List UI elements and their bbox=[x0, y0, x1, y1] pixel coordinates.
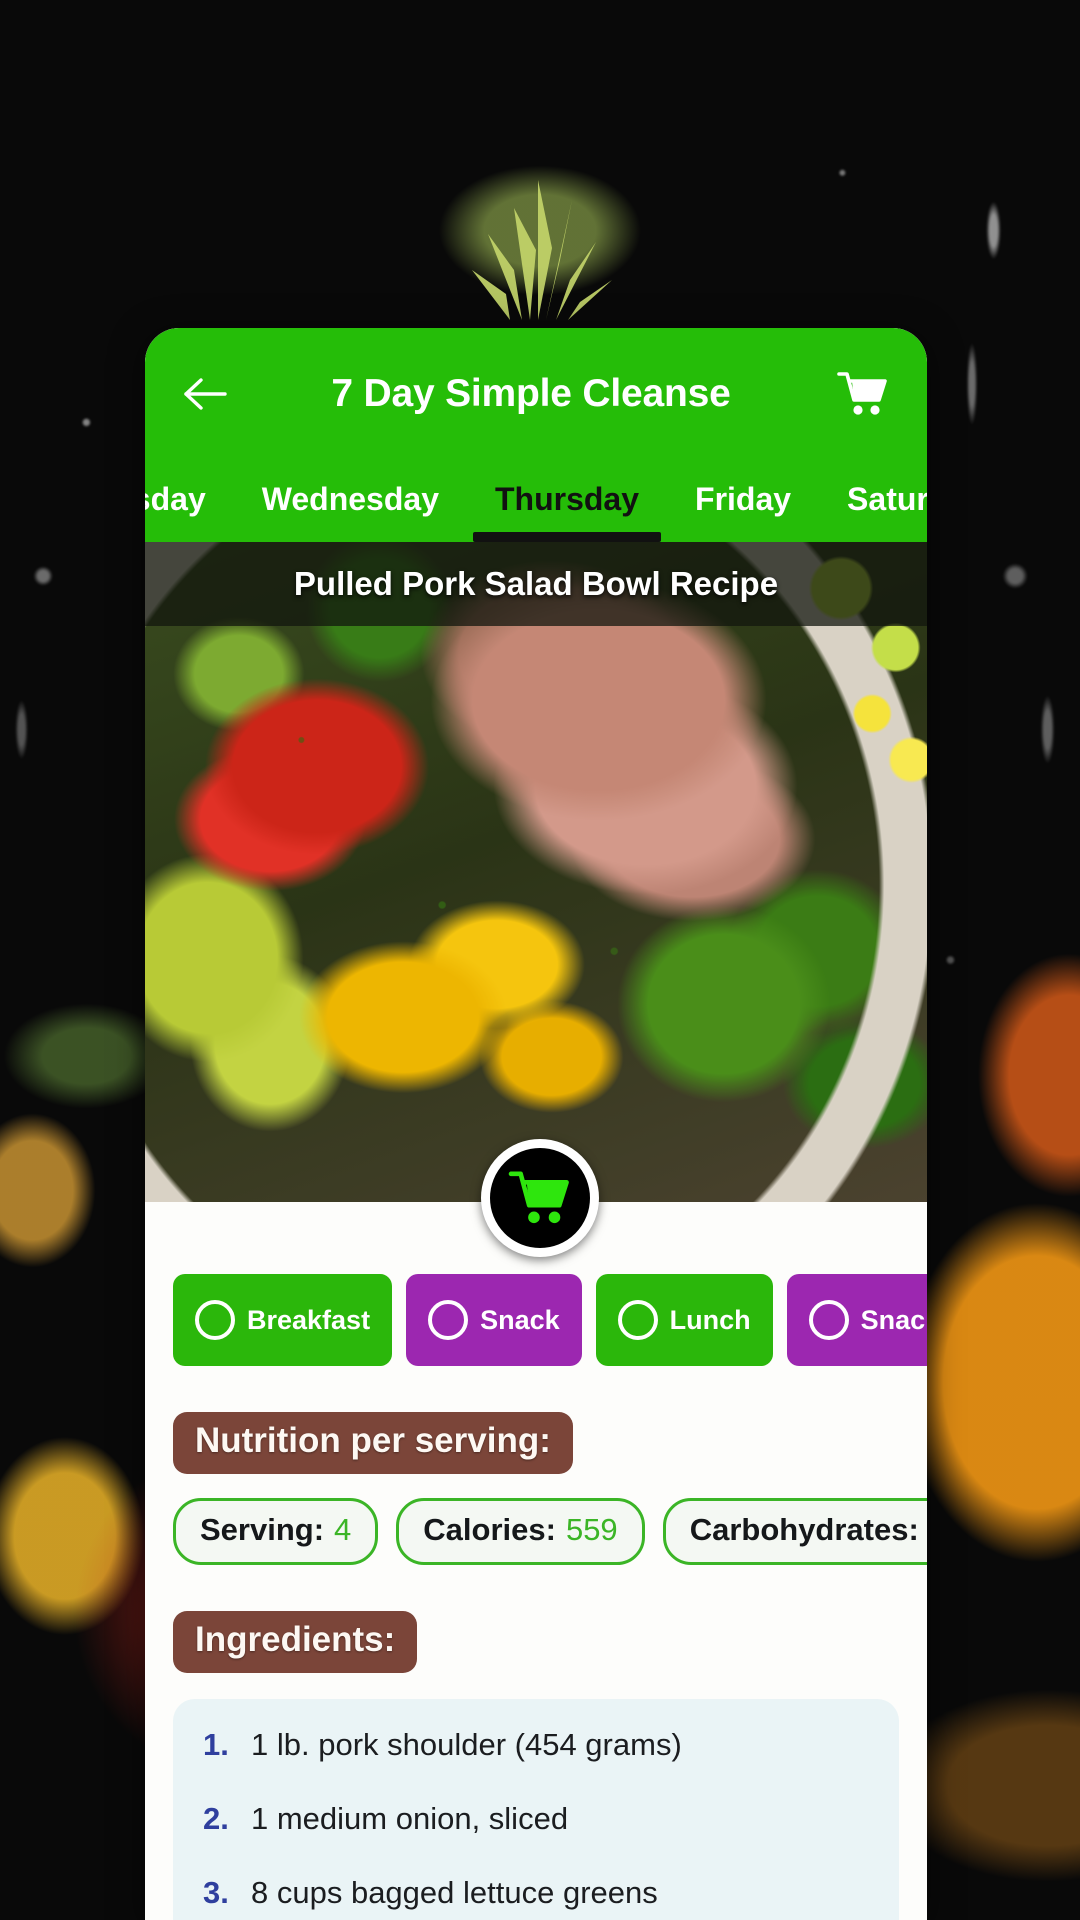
meal-chip-snack-2[interactable]: Snack bbox=[786, 1274, 927, 1366]
meal-chip-label: Snack bbox=[860, 1304, 927, 1335]
weekday-tab-bar[interactable]: esday Wednesday Thursday Friday Saturday bbox=[145, 460, 927, 542]
list-item: 3. 8 cups bagged lettuce greens bbox=[173, 1875, 899, 1920]
meal-chip-label: Snack bbox=[480, 1304, 560, 1335]
ingredients-list: 1. 1 lb. pork shoulder (454 grams) 2. 1 … bbox=[173, 1699, 899, 1920]
nutrition-heading: Nutrition per serving: bbox=[173, 1412, 573, 1474]
nutrition-value: 559 bbox=[565, 1512, 618, 1547]
app-header: 7 Day Simple Cleanse esday Wednesday Thu… bbox=[145, 328, 927, 542]
header-cart-button[interactable] bbox=[833, 364, 893, 424]
list-item-text: 8 cups bagged lettuce greens bbox=[251, 1875, 658, 1910]
arrow-left-icon bbox=[184, 378, 227, 410]
nutrition-chip-serving[interactable]: Serving: 4 bbox=[173, 1498, 379, 1565]
recipe-hero: Pulled Pork Salad Bowl Recipe bbox=[145, 542, 927, 1202]
tab-wednesday[interactable]: Wednesday bbox=[234, 481, 467, 542]
tab-saturday[interactable]: Saturday bbox=[819, 481, 927, 542]
nutrition-chip-row[interactable]: Serving: 4 Calories: 559 Carbohydrates: … bbox=[145, 1474, 927, 1565]
list-item-number: 2. bbox=[203, 1801, 229, 1836]
recipe-body: Breakfast Snack Lunch Snack Dinner bbox=[145, 1202, 927, 1920]
tab-tuesday[interactable]: esday bbox=[145, 481, 234, 542]
meal-chip-label: Lunch bbox=[669, 1304, 751, 1335]
radio-unchecked-icon bbox=[195, 1300, 235, 1340]
meal-chip-snack-1[interactable]: Snack bbox=[406, 1274, 582, 1366]
list-item-text: 1 lb. pork shoulder (454 grams) bbox=[251, 1727, 682, 1762]
app-root: 7 Day Simple Cleanse esday Wednesday Thu… bbox=[0, 0, 1080, 1920]
add-to-cart-fab[interactable] bbox=[481, 1139, 599, 1257]
nutrition-label: Calories: bbox=[423, 1512, 556, 1547]
recipe-title-bar: Pulled Pork Salad Bowl Recipe bbox=[145, 542, 927, 626]
meal-chip-label: Breakfast bbox=[247, 1304, 371, 1335]
page-title: 7 Day Simple Cleanse bbox=[331, 372, 731, 415]
nutrition-label: Serving: bbox=[200, 1512, 325, 1547]
tab-thursday[interactable]: Thursday bbox=[467, 481, 667, 542]
recipe-title: Pulled Pork Salad Bowl Recipe bbox=[293, 565, 779, 602]
list-item: 2. 1 medium onion, sliced bbox=[173, 1801, 899, 1875]
ingredients-heading: Ingredients: bbox=[173, 1611, 418, 1673]
list-item: 1. 1 lb. pork shoulder (454 grams) bbox=[173, 1727, 899, 1801]
tab-friday[interactable]: Friday bbox=[667, 481, 819, 542]
shopping-cart-icon bbox=[508, 1171, 569, 1224]
list-item-text: 1 medium onion, sliced bbox=[251, 1801, 569, 1836]
meal-type-selector[interactable]: Breakfast Snack Lunch Snack Dinner bbox=[145, 1274, 927, 1366]
meal-chip-breakfast[interactable]: Breakfast bbox=[173, 1274, 393, 1366]
nutrition-chip-carbohydrates[interactable]: Carbohydrates: 15.5g bbox=[662, 1498, 927, 1565]
meal-chip-lunch[interactable]: Lunch bbox=[595, 1274, 773, 1366]
phone-screen-card: 7 Day Simple Cleanse esday Wednesday Thu… bbox=[145, 328, 927, 1920]
nutrition-label: Carbohydrates: bbox=[689, 1512, 919, 1547]
header-top-row: 7 Day Simple Cleanse bbox=[145, 328, 927, 460]
radio-unchecked-icon bbox=[428, 1300, 469, 1340]
radio-unchecked-icon bbox=[617, 1300, 658, 1340]
nutrition-value: 4 bbox=[334, 1512, 352, 1547]
nutrition-chip-calories[interactable]: Calories: 559 bbox=[396, 1498, 645, 1565]
back-button[interactable] bbox=[173, 363, 235, 425]
list-item-number: 1. bbox=[203, 1727, 229, 1762]
radio-unchecked-icon bbox=[808, 1300, 849, 1340]
recipe-photo bbox=[145, 542, 927, 1202]
list-item-number: 3. bbox=[203, 1875, 229, 1910]
shopping-cart-icon bbox=[837, 372, 887, 415]
